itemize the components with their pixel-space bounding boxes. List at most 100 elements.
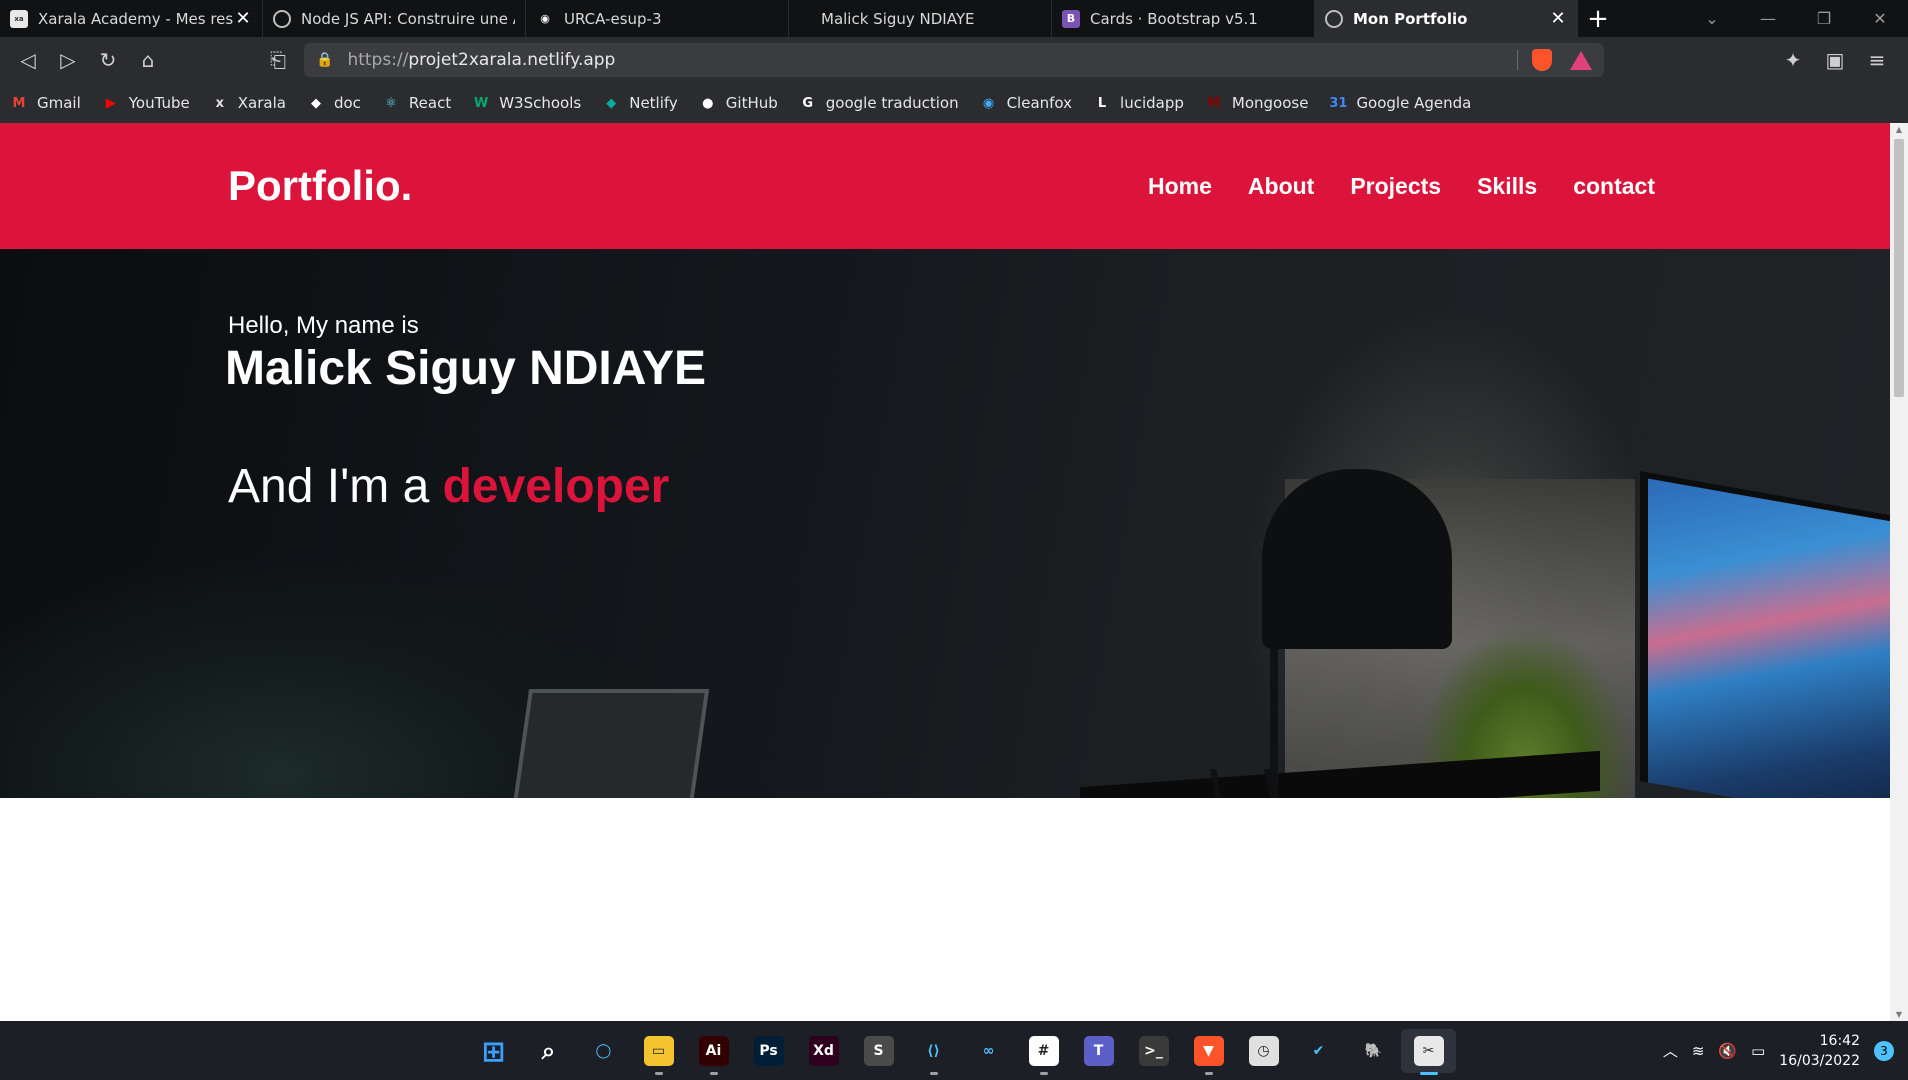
bookmark-item[interactable]: M Gmail xyxy=(10,94,81,112)
forward-button[interactable]: ▷ xyxy=(48,42,88,78)
taskbar-clock[interactable]: 16:42 16/03/2022 xyxy=(1779,1031,1860,1071)
nav-link-about[interactable]: About xyxy=(1248,173,1314,200)
bookmark-item[interactable]: 31 Google Agenda xyxy=(1329,94,1471,112)
bookmark-item[interactable]: ◆ doc xyxy=(307,94,361,112)
search-icon: ⌕ xyxy=(541,1037,556,1065)
taskbar-app[interactable]: ▼ xyxy=(1181,1029,1236,1075)
bookmark-label: Google Agenda xyxy=(1356,94,1472,112)
taskbar-app[interactable]: >_ xyxy=(1126,1029,1181,1073)
xarala-favicon: xa xyxy=(10,9,28,28)
browser-tab[interactable]: B Cards · Bootstrap v5.1 xyxy=(1052,0,1315,37)
bookmark-item[interactable]: ▶ YouTube xyxy=(102,94,190,112)
browser-tab[interactable]: Mon Portfolio ✕ xyxy=(1315,0,1578,37)
window-controls: ⌄ — ❐ ✕ xyxy=(1684,0,1908,37)
address-bar[interactable]: 🔒 https://projet2xarala.netlify.app xyxy=(304,43,1604,77)
w3schools-icon: W xyxy=(474,95,489,111)
back-button[interactable]: ◁ xyxy=(8,42,48,78)
github-icon: ● xyxy=(702,95,714,111)
nav-link-home[interactable]: Home xyxy=(1148,173,1212,200)
omnibox-divider xyxy=(1517,50,1518,70)
speaker-muted-icon[interactable]: 🔇 xyxy=(1718,1042,1737,1060)
taskbar-app[interactable]: ✔ xyxy=(1291,1029,1346,1073)
lamp-head xyxy=(1262,469,1452,649)
scroll-up-arrow[interactable]: ▲ xyxy=(1894,125,1904,134)
nav-link-contact[interactable]: contact xyxy=(1573,173,1655,200)
bookmark-item[interactable]: ⚛ React xyxy=(382,94,451,112)
xarala-icon: x xyxy=(215,95,224,111)
taskbar-app[interactable]: ⌕ xyxy=(521,1029,576,1073)
browser-tab[interactable]: ◉ URCA-esup-3 xyxy=(526,0,789,37)
clock-app-icon: ◷ xyxy=(1248,1036,1279,1066)
url-text[interactable]: https://projet2xarala.netlify.app xyxy=(347,50,1503,70)
taskbar-app[interactable]: ✂ xyxy=(1401,1029,1456,1075)
reload-button[interactable]: ↻ xyxy=(88,42,128,78)
illustrator-icon: Ai xyxy=(698,1036,729,1066)
new-tab-button[interactable]: + xyxy=(1578,0,1618,37)
browser-tab-strip: xaXarala Academy - Mes ressou✕Node JS AP… xyxy=(0,0,1908,37)
bookmark-item[interactable]: W W3Schools xyxy=(472,94,581,112)
calendar-icon: 31 xyxy=(1329,95,1348,111)
taskbar-app[interactable]: ◯ xyxy=(576,1029,631,1073)
scroll-down-arrow[interactable]: ▼ xyxy=(1894,1010,1904,1019)
extensions-icon[interactable]: ✦ xyxy=(1772,42,1814,78)
bookmark-item[interactable]: Llucidapp xyxy=(1093,94,1184,112)
brave-shields-icon[interactable] xyxy=(1532,49,1552,71)
web-page: Portfolio. Home About Projects Skills contac… xyxy=(0,123,1890,1021)
tab-search-chevron-icon[interactable]: ⌄ xyxy=(1684,9,1740,28)
hero-role-prefix: And I'm a xyxy=(228,460,443,513)
browser-tab[interactable]: Malick Siguy NDIAYE xyxy=(789,0,1052,37)
battery-icon[interactable]: ▭ xyxy=(1751,1042,1765,1060)
bookmark-item[interactable]: Ggoogle traduction xyxy=(799,94,958,112)
react-icon: ⚛ xyxy=(385,95,397,111)
running-indicator xyxy=(710,1072,718,1075)
taskbar-app[interactable]: ∞ xyxy=(961,1029,1016,1073)
slack-icon: # xyxy=(1028,1036,1059,1066)
home-button[interactable]: ⌂ xyxy=(128,42,168,78)
notification-badge[interactable]: 3 xyxy=(1874,1040,1894,1061)
cortana-icon: ◯ xyxy=(595,1043,612,1059)
taskbar-app[interactable]: ◷ xyxy=(1236,1029,1291,1073)
tab-title: Mon Portfolio xyxy=(1353,9,1468,28)
scrollbar-thumb[interactable] xyxy=(1894,139,1904,397)
browser-tab[interactable]: xa Xarala Academy - Mes ressou✕ xyxy=(0,0,263,37)
bootstrap-icon: B xyxy=(1062,9,1080,28)
windows-start-icon: ⊞ xyxy=(481,1034,506,1068)
nav-link-skills[interactable]: Skills xyxy=(1477,173,1537,200)
bookmark-item[interactable]: ◆ Netlify xyxy=(602,94,678,112)
taskbar-app[interactable]: ⟨⟩ xyxy=(906,1029,961,1075)
menu-icon[interactable]: ≡ xyxy=(1856,42,1898,78)
taskbar-app[interactable]: ⊞ xyxy=(466,1029,521,1073)
browser-tab[interactable]: Node JS API: Construire une API xyxy=(263,0,526,37)
taskbar-app[interactable]: Ps xyxy=(741,1029,796,1073)
nav-link-projects[interactable]: Projects xyxy=(1350,173,1441,200)
page-scrollbar[interactable]: ▲ ▼ xyxy=(1890,123,1908,1021)
taskbar-app[interactable]: Xd xyxy=(796,1029,851,1073)
close-window-button[interactable]: ✕ xyxy=(1852,9,1908,28)
taskbar-app[interactable]: T xyxy=(1071,1029,1126,1073)
infinity-icon: ∞ xyxy=(982,1043,995,1059)
brave-rewards-icon[interactable] xyxy=(1570,50,1592,70)
tab-close-icon[interactable]: ✕ xyxy=(234,8,252,29)
minimize-button[interactable]: — xyxy=(1740,9,1796,28)
site-logo[interactable]: Portfolio. xyxy=(228,162,412,210)
bookmark-item[interactable]: ● GitHub xyxy=(699,94,778,112)
todo-icon: ✔ xyxy=(1312,1043,1325,1059)
vscode-icon: ⟨⟩ xyxy=(927,1043,940,1059)
tab-title: URCA-esup-3 xyxy=(564,9,662,28)
bookmark-item[interactable]: x Xarala xyxy=(211,94,286,112)
taskbar-app[interactable]: # xyxy=(1016,1029,1071,1075)
bookmark-item[interactable]: M Mongoose xyxy=(1205,94,1308,112)
bookmark-icon[interactable]: ⎗ xyxy=(258,42,298,78)
bookmark-item[interactable]: ◉ Cleanfox xyxy=(980,94,1072,112)
taskbar-app[interactable]: S xyxy=(851,1029,906,1073)
taskbar-app[interactable]: ▭ xyxy=(631,1029,686,1075)
wifi-icon[interactable]: ≋ xyxy=(1692,1042,1705,1060)
taskbar-app[interactable]: Ai xyxy=(686,1029,741,1075)
bookmark-label: Xarala xyxy=(237,94,286,112)
tray-overflow-chevron-icon[interactable]: ︿ xyxy=(1663,1040,1678,1061)
tab-close-icon[interactable]: ✕ xyxy=(1549,8,1567,29)
taskbar-app[interactable]: 🐘 xyxy=(1346,1029,1401,1073)
restore-button[interactable]: ❐ xyxy=(1796,9,1852,28)
wallet-icon[interactable]: ▣ xyxy=(1814,42,1856,78)
hero-name: Malick Siguy NDIAYE xyxy=(225,342,707,395)
